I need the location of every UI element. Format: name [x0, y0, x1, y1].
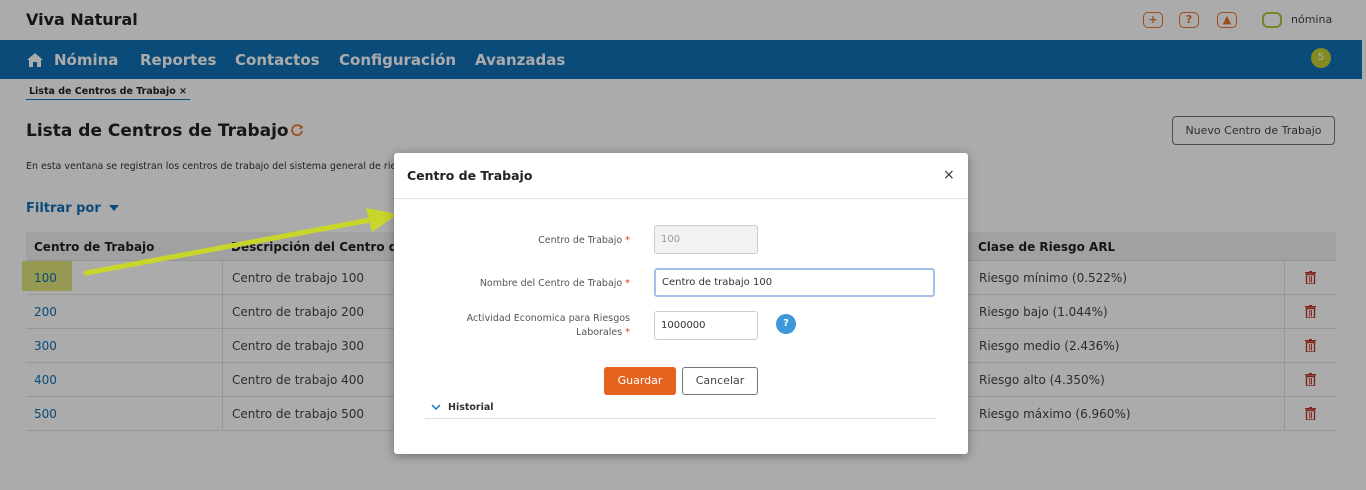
divider — [425, 418, 936, 419]
chevron-down-icon[interactable] — [431, 403, 441, 411]
divider — [394, 198, 968, 199]
cancel-button[interactable]: Cancelar — [682, 367, 758, 395]
save-button[interactable]: Guardar — [604, 367, 676, 395]
activity-label: Actividad Economica para Riesgos Laboral… — [466, 313, 630, 338]
dialog-title: Centro de Trabajo — [407, 168, 533, 183]
close-icon[interactable]: × — [943, 167, 955, 183]
workcenter-dialog: Centro de Trabajo × Centro de Trabajo * … — [394, 153, 968, 454]
code-field[interactable]: 100 — [654, 225, 758, 254]
code-label: Centro de Trabajo * — [538, 235, 630, 246]
help-icon[interactable]: ? — [776, 314, 796, 334]
name-label: Nombre del Centro de Trabajo * — [479, 278, 630, 289]
name-field[interactable]: Centro de trabajo 100 — [654, 268, 935, 297]
activity-field[interactable]: 1000000 — [654, 311, 758, 340]
history-toggle[interactable]: Historial — [448, 402, 494, 413]
